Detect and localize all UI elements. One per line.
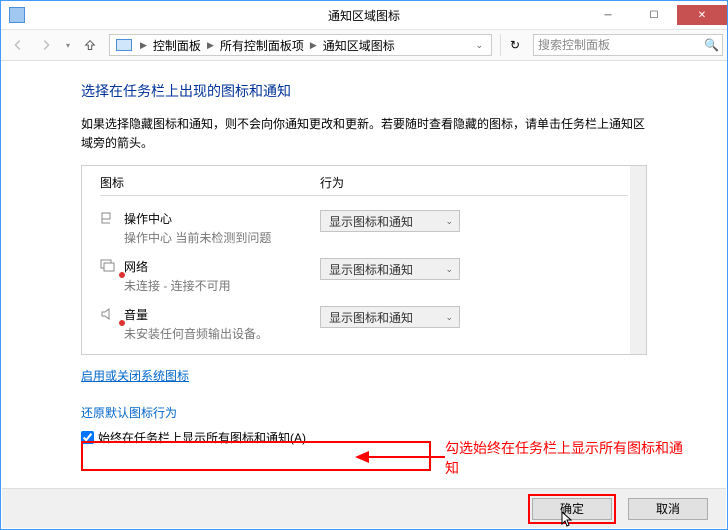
- always-show-checkbox[interactable]: [81, 431, 94, 444]
- page-heading: 选择在任务栏上出现的图标和通知: [81, 81, 647, 101]
- content-area: 选择在任务栏上出现的图标和通知 如果选择隐藏图标和通知，则不会向你通知更改和更新…: [1, 61, 727, 446]
- back-button[interactable]: [5, 33, 31, 57]
- window-buttons: ─ ☐ ✕: [585, 5, 727, 25]
- forward-button[interactable]: [33, 33, 59, 57]
- location-icon: [116, 39, 132, 51]
- annotation-text: 勾选始终在任务栏上显示所有图标和通知: [445, 439, 695, 478]
- scrollbar[interactable]: [630, 166, 646, 354]
- table-row: 网络 未连接 - 连接不可用 显示图标和通知 ⌄: [100, 252, 628, 300]
- page-description: 如果选择隐藏图标和通知，则不会向你通知更改和更新。若要随时查看隐藏的图标，请单击…: [81, 115, 647, 153]
- item-sub: 操作中心 当前未检测到问题: [124, 229, 320, 246]
- breadcrumb-item[interactable]: 控制面板: [149, 37, 205, 54]
- behavior-select[interactable]: 显示图标和通知 ⌄: [320, 306, 460, 328]
- item-name: 音量: [124, 306, 320, 323]
- breadcrumb-item[interactable]: 通知区域图标: [319, 37, 399, 54]
- refresh-button[interactable]: ↻: [503, 38, 527, 52]
- table-row: 音量 未安装任何音频输出设备。 显示图标和通知 ⌄: [100, 300, 628, 348]
- item-name: 网络: [124, 258, 320, 275]
- window: 通知区域图标 ─ ☐ ✕ ▾ ▶ 控制面板 ▶ 所有控制面板项 ▶ 通知区域图标…: [0, 0, 728, 530]
- app-icon: [9, 7, 25, 23]
- network-icon: [100, 258, 124, 277]
- chevron-down-icon: ⌄: [445, 312, 453, 323]
- ok-button[interactable]: 确定: [532, 498, 612, 520]
- button-bar: 确定 取消: [2, 488, 726, 528]
- item-name: 操作中心: [124, 210, 320, 227]
- cancel-button[interactable]: 取消: [628, 498, 708, 520]
- always-show-label[interactable]: 始终在任务栏上显示所有图标和通知(A): [98, 429, 306, 446]
- navbar: ▾ ▶ 控制面板 ▶ 所有控制面板项 ▶ 通知区域图标 ⌄ ↻ 🔍: [1, 29, 727, 61]
- breadcrumb-item[interactable]: 所有控制面板项: [216, 37, 308, 54]
- annotation-arrow: [355, 450, 445, 467]
- minimize-button[interactable]: ─: [585, 5, 631, 25]
- recent-dropdown[interactable]: ▾: [61, 33, 75, 57]
- col-icon-header: 图标: [100, 174, 320, 191]
- up-button[interactable]: [77, 33, 103, 57]
- annotation-ok-highlight: 确定: [528, 494, 616, 524]
- chevron-down-icon: ⌄: [445, 264, 453, 275]
- icon-settings-panel: 图标 行为 操作中心 操作中心 当前未检测到问题 显示图标和通知 ⌄: [81, 165, 647, 355]
- behavior-select[interactable]: 显示图标和通知 ⌄: [320, 258, 460, 280]
- search-input[interactable]: [538, 38, 704, 52]
- close-button[interactable]: ✕: [677, 5, 727, 25]
- volume-icon: [100, 306, 124, 325]
- col-action-header: 行为: [320, 174, 344, 191]
- table-header: 图标 行为: [100, 174, 628, 196]
- titlebar: 通知区域图标 ─ ☐ ✕: [1, 1, 727, 29]
- address-chevron-icon[interactable]: ⌄: [475, 40, 483, 51]
- address-bar[interactable]: ▶ 控制面板 ▶ 所有控制面板项 ▶ 通知区域图标 ⌄: [109, 34, 492, 56]
- search-box[interactable]: 🔍: [533, 34, 723, 56]
- item-sub: 未连接 - 连接不可用: [124, 277, 320, 294]
- behavior-select[interactable]: 显示图标和通知 ⌄: [320, 210, 460, 232]
- system-icons-link[interactable]: 启用或关闭系统图标: [81, 369, 189, 383]
- action-center-icon: [100, 210, 124, 229]
- search-icon: 🔍: [704, 38, 718, 52]
- maximize-button[interactable]: ☐: [631, 5, 677, 25]
- item-sub: 未安装任何音频输出设备。: [124, 325, 320, 342]
- chevron-down-icon: ⌄: [445, 216, 453, 227]
- restore-defaults-link[interactable]: 还原默认图标行为: [81, 406, 177, 420]
- table-row: 操作中心 操作中心 当前未检测到问题 显示图标和通知 ⌄: [100, 204, 628, 252]
